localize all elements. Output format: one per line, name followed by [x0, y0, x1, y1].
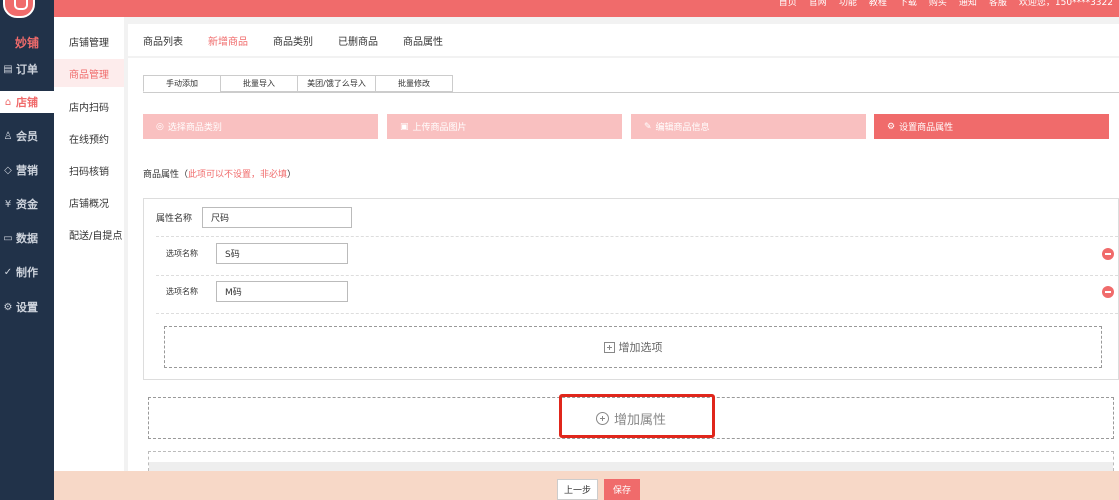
optional-hint: 此项可以不设置，非必填: [188, 170, 288, 180]
image-icon: ▣: [400, 121, 409, 132]
sidebar-item-funds[interactable]: ¥ 资金: [0, 193, 54, 215]
attribute-name-input[interactable]: 尺码: [202, 207, 352, 228]
row-divider: [156, 313, 1118, 314]
top-nav-website[interactable]: 官网: [809, 0, 827, 8]
sidebar-item-store[interactable]: ⌂ 店铺: [0, 91, 54, 113]
save-button[interactable]: 保存: [604, 479, 640, 500]
step-label: 设置商品属性: [899, 123, 954, 133]
option-row: 选项名称 M码: [144, 281, 1118, 302]
option-name-label: 选项名称: [166, 287, 198, 296]
attributes-heading: 商品属性（此项可以不设置，非必填）: [143, 167, 296, 180]
top-nav-tutorial[interactable]: 教程: [869, 0, 887, 8]
tag-icon: ◇: [4, 164, 12, 176]
chart-icon: ▭: [3, 232, 13, 244]
sidebar-item-label: 会员: [16, 130, 38, 143]
user-icon: ♙: [3, 130, 13, 142]
tab-product-attributes[interactable]: 商品属性: [403, 33, 443, 48]
sidebar-item-marketing[interactable]: ◇ 营销: [0, 159, 54, 181]
row-divider: [156, 275, 1118, 276]
attribute-name-label: 属性名称: [156, 214, 193, 224]
option-name-label: 选项名称: [166, 249, 198, 258]
highlight-box: [559, 394, 715, 438]
step-set-attributes[interactable]: ⚙ 设置商品属性: [874, 114, 1109, 139]
subtab-batch-edit[interactable]: 批量修改: [375, 75, 453, 92]
submenu-online-booking[interactable]: 在线预约: [54, 124, 124, 152]
sidebar-item-label: 订单: [16, 63, 38, 76]
main-panel: 手动添加 批量导入 美团/饿了么导入 批量修改 ◎ 选择商品类别 ▣ 上传商品图…: [128, 58, 1119, 472]
subtab-divider: [143, 92, 1119, 93]
store-icon: ⌂: [4, 96, 12, 108]
submenu-scan-verify[interactable]: 扫码核销: [54, 156, 124, 184]
brand-name: 妙铺: [14, 36, 39, 50]
main-sidebar: 妙铺 ▤ 订单 ⌂ 店铺 ♙ 会员 ◇ 营销 ¥ 资金 ▭ 数据 ✓ 制作 ⚙ …: [0, 0, 54, 500]
tab-product-category[interactable]: 商品类别: [273, 33, 313, 48]
remove-option-icon[interactable]: [1102, 248, 1114, 260]
top-bar: 首页 官网 功能 教程 下载 购买 通知 客服 欢迎您，150****3322: [0, 0, 1119, 17]
top-nav-buy[interactable]: 购买: [929, 0, 947, 8]
gear-icon: ⚙: [3, 301, 13, 313]
logo-icon: [3, 0, 35, 18]
sidebar-item-label: 店铺: [16, 96, 38, 109]
option-name-input[interactable]: S码: [216, 243, 348, 264]
store-submenu: 店铺管理 商品管理 店内扫码 在线预约 扫码核销 店铺概况 配送/自提点: [54, 17, 124, 500]
submenu-product-management[interactable]: 商品管理: [54, 59, 124, 87]
sidebar-item-members[interactable]: ♙ 会员: [0, 125, 54, 147]
tab-add-product[interactable]: 新增商品: [208, 33, 248, 48]
top-nav-features[interactable]: 功能: [839, 0, 857, 8]
attribute-name-row: 属性名称 尺码: [144, 207, 1118, 228]
footer-bar: 上一步 保存: [54, 471, 1119, 500]
grid-icon: ◎: [156, 121, 164, 132]
step-label: 选择商品类别: [167, 123, 222, 133]
sidebar-item-label: 资金: [16, 198, 38, 211]
top-nav-account[interactable]: 欢迎您，150****3322: [1019, 0, 1113, 8]
sidebar-item-label: 设置: [16, 301, 38, 314]
step-select-category[interactable]: ◎ 选择商品类别: [143, 114, 378, 139]
check-icon: ✓: [3, 266, 13, 278]
gear-icon: ⚙: [887, 121, 896, 132]
add-method-tabs: 手动添加 批量导入 美团/饿了么导入 批量修改: [143, 75, 453, 92]
step-upload-image[interactable]: ▣ 上传商品图片: [387, 114, 622, 139]
row-divider: [156, 236, 1118, 237]
remove-option-icon[interactable]: [1102, 286, 1114, 298]
step-label: 编辑商品信息: [655, 123, 710, 133]
sidebar-item-data[interactable]: ▭ 数据: [0, 227, 54, 249]
plus-square-icon: [603, 341, 615, 353]
step-progress: ◎ 选择商品类别 ▣ 上传商品图片 ✎ 编辑商品信息 ⚙ 设置商品属性: [143, 114, 1109, 139]
sidebar-item-orders[interactable]: ▤ 订单: [0, 58, 54, 80]
tab-product-list[interactable]: 商品列表: [143, 33, 183, 48]
top-nav-service[interactable]: 客服: [989, 0, 1007, 8]
list-icon: ▤: [3, 63, 13, 75]
sidebar-item-settings[interactable]: ⚙ 设置: [0, 296, 54, 318]
subtab-meituan-import[interactable]: 美团/饿了么导入: [297, 75, 375, 92]
next-attribute-placeholder: [148, 451, 1114, 472]
attribute-group: 属性名称 尺码 选项名称 S码 选项名称 M码 增加选项: [143, 198, 1119, 380]
step-edit-info[interactable]: ✎ 编辑商品信息: [631, 114, 866, 139]
subtab-manual-add[interactable]: 手动添加: [143, 75, 220, 92]
sidebar-item-label: 营销: [16, 164, 38, 177]
add-option-button[interactable]: 增加选项: [164, 326, 1102, 368]
tab-deleted-products[interactable]: 已删商品: [338, 33, 378, 48]
edit-icon: ✎: [644, 121, 652, 132]
submenu-in-store-scan[interactable]: 店内扫码: [54, 92, 124, 120]
step-label: 上传商品图片: [412, 123, 467, 133]
top-nav-notice[interactable]: 通知: [959, 0, 977, 8]
top-nav: 首页 官网 功能 教程 下载 购买 通知 客服 欢迎您，150****3322: [779, 0, 1113, 17]
product-tabs: 商品列表 新增商品 商品类别 已删商品 商品属性: [128, 24, 1119, 56]
option-name-input[interactable]: M码: [216, 281, 348, 302]
attributes-heading-text: 商品属性（: [143, 170, 189, 180]
top-nav-download[interactable]: 下载: [899, 0, 917, 8]
top-nav-home[interactable]: 首页: [779, 0, 797, 8]
submenu-store-management[interactable]: 店铺管理: [54, 27, 124, 55]
sidebar-item-label: 数据: [16, 232, 38, 245]
option-row: 选项名称 S码: [144, 243, 1118, 264]
prev-step-button[interactable]: 上一步: [557, 479, 598, 500]
subtab-batch-import[interactable]: 批量导入: [220, 75, 297, 92]
submenu-delivery-pickup[interactable]: 配送/自提点: [54, 220, 124, 248]
money-icon: ¥: [4, 198, 12, 210]
attributes-heading-end: ）: [287, 170, 297, 180]
sidebar-item-make[interactable]: ✓ 制作: [0, 261, 54, 283]
add-option-label: 增加选项: [618, 341, 663, 354]
sidebar-item-label: 制作: [16, 266, 38, 279]
submenu-store-overview[interactable]: 店铺概况: [54, 188, 124, 216]
